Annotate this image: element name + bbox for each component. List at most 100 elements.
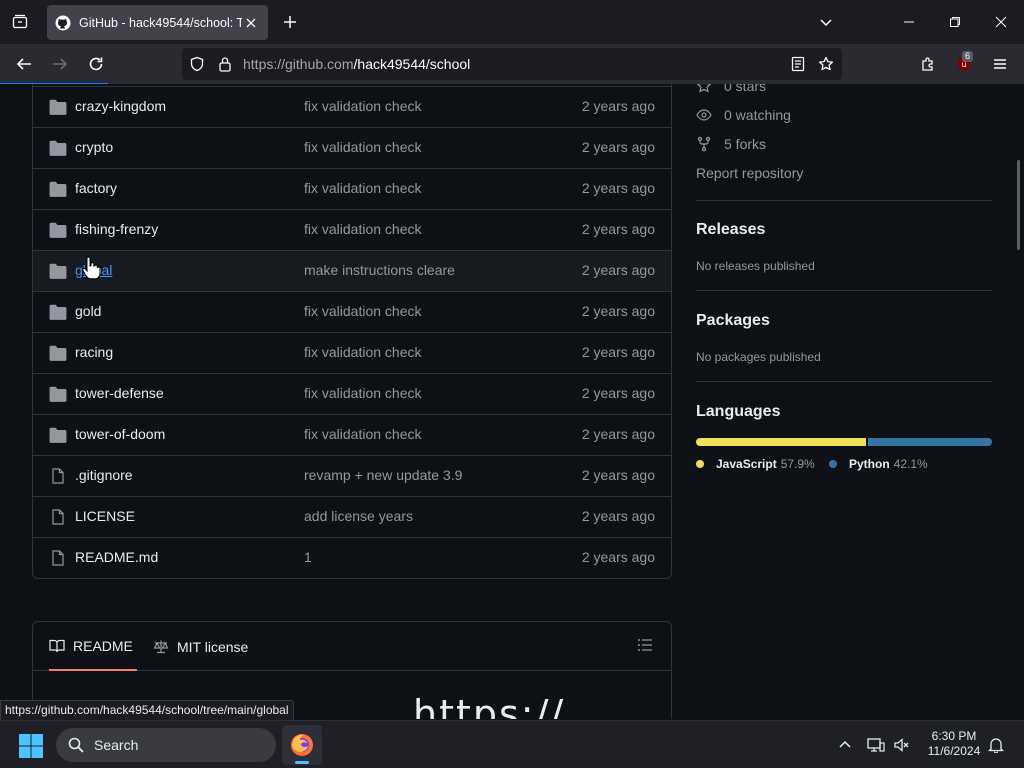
- restore-icon[interactable]: [932, 0, 978, 44]
- table-row[interactable]: tower-of-doom fix validation check 2 years…: [33, 414, 671, 455]
- commit-age: 2 years ago: [581, 180, 655, 196]
- network-icon[interactable]: [866, 735, 886, 755]
- menu-hamburger-icon[interactable]: [986, 50, 1014, 78]
- commit-message-link[interactable]: fix validation check: [304, 180, 422, 196]
- commit-age: 2 years ago: [581, 344, 655, 360]
- volume-muted-icon[interactable]: [892, 735, 912, 755]
- notification-bell-icon[interactable]: [986, 735, 1006, 755]
- folder-icon: [49, 222, 67, 238]
- table-row[interactable]: .gitignore revamp + new update 3.9 2 years…: [33, 455, 671, 496]
- commit-age: 2 years ago: [581, 467, 655, 483]
- language-bar-segment: [696, 438, 867, 446]
- folder-icon: [49, 386, 67, 402]
- table-row[interactable]: globalmake instructions cleare2 years ag…: [33, 250, 671, 291]
- commit-message-link[interactable]: make instructions cleare: [304, 262, 455, 278]
- chevron-down-icon[interactable]: [814, 10, 838, 34]
- forks-link[interactable]: 5 forks: [696, 136, 766, 152]
- language-item[interactable]: Python 42.1%: [829, 457, 928, 471]
- folder-icon: [49, 181, 67, 197]
- eye-icon: [696, 109, 712, 121]
- report-repository-link[interactable]: Report repository: [696, 165, 803, 181]
- language-item[interactable]: JavaScript 57.9%: [696, 457, 815, 471]
- file-name-link[interactable]: README.md: [75, 549, 158, 565]
- page-scrollbar[interactable]: [1017, 160, 1020, 250]
- commit-message-link[interactable]: add license years: [304, 508, 413, 524]
- new-tab-icon[interactable]: [278, 10, 302, 34]
- releases-text: No releases published: [696, 259, 815, 273]
- search-icon: [68, 737, 84, 753]
- divider: [696, 381, 992, 382]
- commit-message-link[interactable]: revamp + new update 3.9: [304, 467, 462, 483]
- github-favicon-icon: [55, 15, 71, 30]
- list-all-tabs-icon[interactable]: [8, 10, 32, 34]
- url-bar[interactable]: https://github.com/hack49544/school: [182, 48, 842, 80]
- taskbar-clock[interactable]: 6:30 PM 11/6/2024: [920, 729, 988, 759]
- table-row[interactable]: racing fix validation check 2 years ago: [33, 332, 671, 373]
- commit-message-link[interactable]: 1: [304, 549, 312, 565]
- commit-message-link[interactable]: fix validation check: [304, 221, 422, 237]
- windows-start-icon[interactable]: [18, 733, 44, 759]
- tab-license-label: MIT license: [177, 638, 249, 655]
- file-name-link[interactable]: crazy-kingdom: [75, 98, 166, 114]
- folder-icon: [49, 345, 67, 361]
- table-row[interactable]: fishing-frenzy fix validation check 2 year…: [33, 209, 671, 250]
- url-text: https://github.com/hack49544/school: [243, 56, 471, 72]
- close-tab-icon[interactable]: [242, 14, 260, 32]
- clock-date: 11/6/2024: [927, 744, 981, 758]
- chevron-up-icon[interactable]: [835, 735, 855, 755]
- table-row[interactable]: factory fix validation check 2 years ago: [33, 168, 671, 209]
- table-row[interactable]: LICENSE add license years 2 years ago: [33, 496, 671, 537]
- firefox-taskbar-icon[interactable]: [282, 725, 322, 765]
- file-name-link[interactable]: factory: [75, 180, 117, 196]
- fork-icon: [697, 136, 711, 152]
- watching-link[interactable]: 0 watching: [696, 107, 791, 123]
- file-name-link[interactable]: .gitignore: [75, 467, 133, 483]
- back-arrow-icon[interactable]: [10, 50, 38, 78]
- table-row[interactable]: crazy-kingdom fix validation check 2 years…: [33, 86, 671, 127]
- commit-message-link[interactable]: fix validation check: [304, 385, 422, 401]
- commit-message-link[interactable]: fix validation check: [304, 426, 422, 442]
- browser-tab-active[interactable]: GitHub - hack49544/school: Th: [47, 5, 268, 40]
- close-window-icon[interactable]: [978, 0, 1024, 44]
- file-name-link[interactable]: LICENSE: [75, 508, 135, 524]
- releases-heading[interactable]: Releases: [696, 221, 765, 239]
- extensions-icon[interactable]: [914, 50, 942, 78]
- tab-license[interactable]: MIT license: [153, 622, 248, 671]
- lock-icon[interactable]: [216, 55, 234, 73]
- commit-age: 2 years ago: [581, 221, 655, 237]
- commit-message-link[interactable]: fix validation check: [304, 139, 422, 155]
- commit-age: 2 years ago: [581, 426, 655, 442]
- file-name-link[interactable]: racing: [75, 344, 113, 360]
- file-name-link[interactable]: fishing-frenzy: [75, 221, 158, 237]
- language-percent: 57.9%: [780, 457, 815, 471]
- commit-message-link[interactable]: fix validation check: [304, 303, 422, 319]
- taskbar-search-box[interactable]: Search: [56, 728, 276, 762]
- forks-count: 5 forks: [724, 136, 767, 152]
- outline-list-icon[interactable]: [637, 637, 655, 655]
- browser-tab-strip: GitHub - hack49544/school: Th: [0, 0, 1024, 44]
- language-name: Python: [849, 457, 890, 471]
- table-row[interactable]: README.md 1 2 years ago: [33, 537, 671, 578]
- file-name-link[interactable]: tower-of-doom: [75, 426, 165, 442]
- table-row[interactable]: gold fix validation check 2 years ago: [33, 291, 671, 332]
- file-name-link[interactable]: crypto: [75, 139, 113, 155]
- forward-arrow-icon[interactable]: [46, 50, 74, 78]
- table-row[interactable]: tower-defense fix validation check 2 years…: [33, 373, 671, 414]
- tracking-protection-shield-icon[interactable]: [188, 55, 206, 73]
- reader-view-icon[interactable]: [789, 55, 807, 73]
- file-name-link[interactable]: tower-defense: [75, 385, 164, 401]
- commit-message-link[interactable]: fix validation check: [304, 344, 422, 360]
- table-row[interactable]: crypto fix validation check 2 years ago: [33, 127, 671, 168]
- link-status-tooltip: https://github.com/hack49544/school/tree…: [0, 700, 294, 721]
- minimize-icon[interactable]: [886, 0, 932, 44]
- commit-age: 2 years ago: [581, 98, 655, 114]
- commit-age: 2 years ago: [581, 385, 655, 401]
- file-name-link[interactable]: gold: [75, 303, 101, 319]
- reload-icon[interactable]: [82, 50, 110, 78]
- bookmark-star-icon[interactable]: [817, 55, 835, 73]
- packages-heading[interactable]: Packages: [696, 312, 770, 330]
- stars-link[interactable]: 0 stars: [696, 84, 766, 94]
- commit-age: 2 years ago: [581, 549, 655, 565]
- commit-message-link[interactable]: fix validation check: [304, 98, 422, 114]
- tab-readme[interactable]: README: [49, 622, 137, 671]
